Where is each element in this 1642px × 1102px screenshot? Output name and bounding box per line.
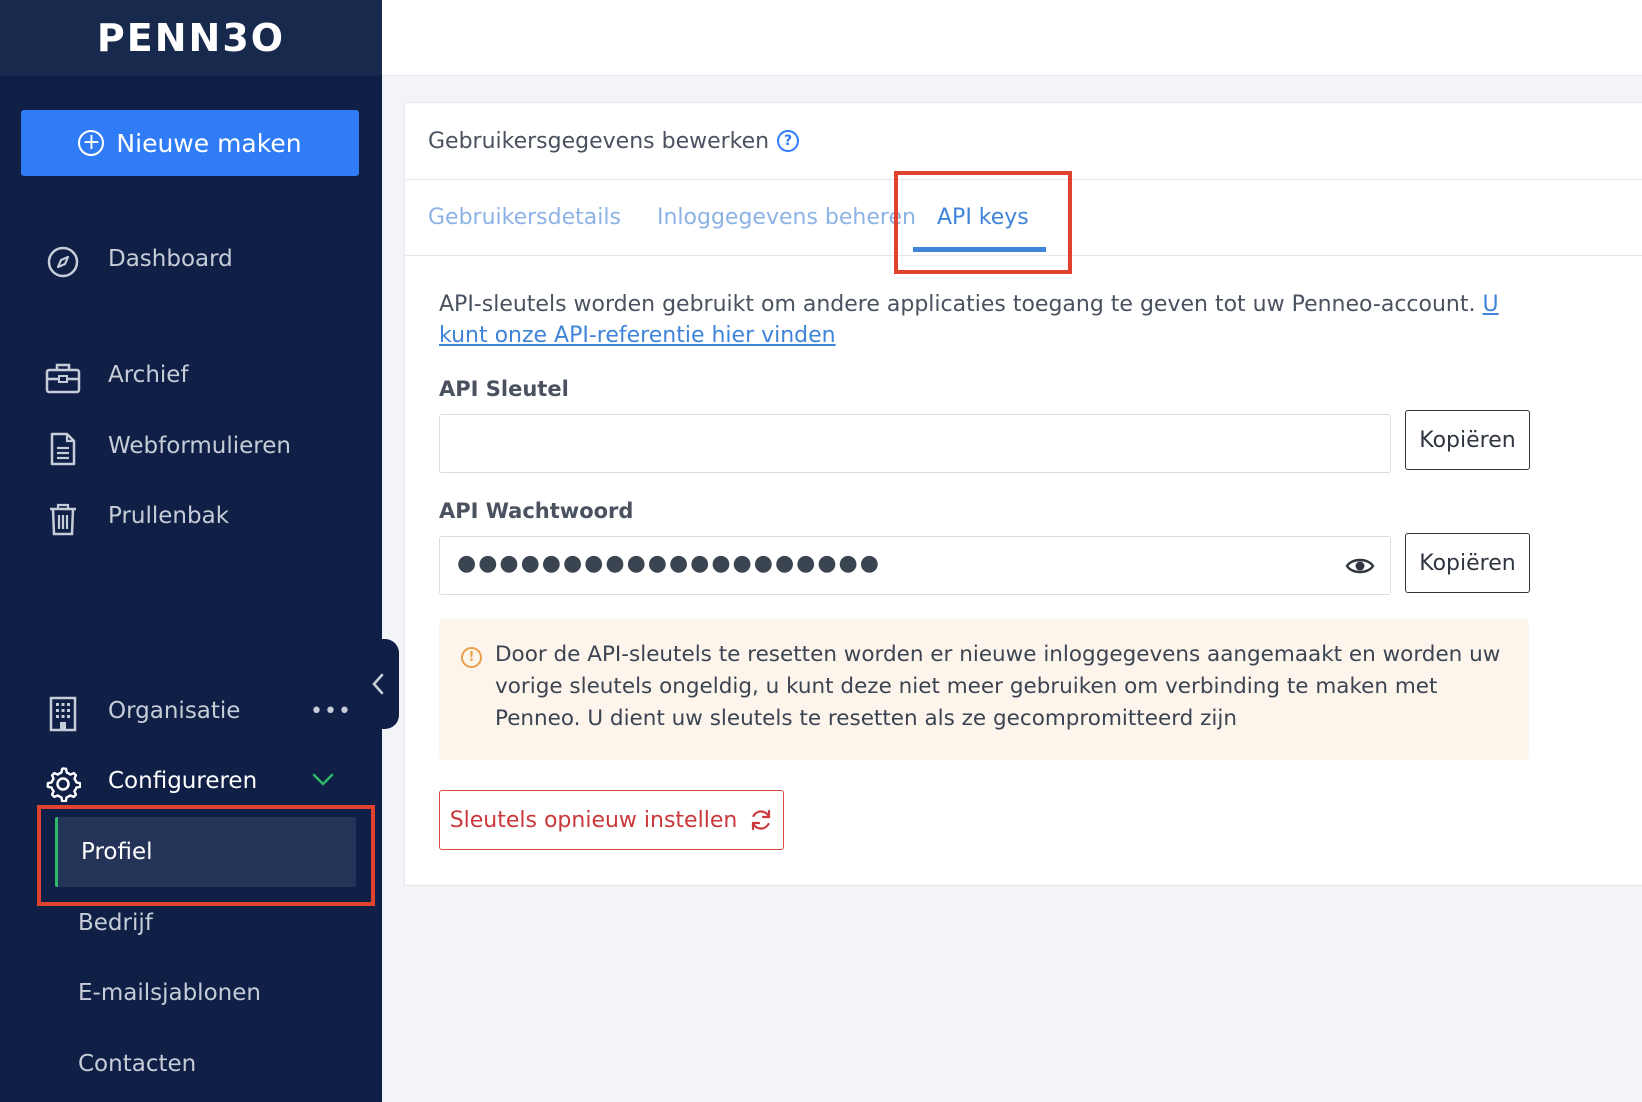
tab-label: Inloggegevens beheren: [657, 205, 916, 230]
sidebar-item-dashboard[interactable]: Dashboard: [0, 231, 382, 287]
sidebar-subitem-bedrijf[interactable]: Bedrijf: [55, 888, 356, 958]
active-tab-indicator: [913, 247, 1046, 252]
gear-icon: [44, 765, 82, 803]
tab-bar: Gebruikersdetails Inloggegevens beheren …: [405, 180, 1642, 256]
compass-icon: [44, 243, 82, 281]
tab-label: API keys: [937, 205, 1029, 230]
copy-api-password-button[interactable]: Kopiëren: [1405, 533, 1530, 593]
chevron-left-icon: [372, 673, 384, 695]
sidebar-subitem-profiel[interactable]: Profiel: [55, 817, 356, 887]
sidebar-item-webformulieren[interactable]: Webformulieren: [0, 418, 382, 474]
chevron-down-icon[interactable]: [312, 767, 334, 793]
sidebar-item-label: Archief: [108, 362, 189, 388]
new-document-label: Nieuwe maken: [116, 128, 302, 158]
page-title: Gebruikersgegevens bewerken: [428, 128, 770, 154]
top-bar: [382, 0, 1642, 76]
trash-icon: [44, 500, 82, 538]
copy-label: Kopiëren: [1419, 550, 1516, 576]
api-key-label: API Sleutel: [439, 377, 569, 401]
penneo-logo[interactable]: PENN3O: [97, 16, 285, 60]
sidebar-item-label: Organisatie: [108, 698, 241, 724]
building-icon: [44, 695, 82, 733]
tab-inloggegevens-beheren[interactable]: Inloggegevens beheren: [657, 180, 916, 255]
sidebar-item-label: Configureren: [108, 768, 258, 794]
sidebar-item-archief[interactable]: Archief: [0, 347, 382, 403]
warning-box: ! Door de API-sleutels te resetten worde…: [439, 619, 1529, 760]
reset-keys-button[interactable]: Sleutels opnieuw instellen: [439, 790, 784, 850]
copy-label: Kopiëren: [1419, 427, 1516, 453]
tab-api-keys[interactable]: API keys: [937, 180, 1029, 255]
more-options-icon[interactable]: •••: [310, 699, 352, 724]
sidebar-item-label: Prullenbak: [108, 503, 230, 529]
tab-label: Gebruikersdetails: [428, 205, 621, 230]
sidebar-subitem-label: Profiel: [81, 839, 153, 865]
logo-bar: PENN3O: [0, 0, 382, 76]
sidebar-subitem-e-mailsjablonen[interactable]: E-mailsjablonen: [55, 958, 356, 1028]
api-password-value: ●●●●●●●●●●●●●●●●●●●●: [457, 551, 881, 576]
briefcase-icon: [44, 359, 82, 397]
document-icon: [44, 430, 82, 468]
sidebar-subitem-label: Bedrijf: [78, 910, 153, 936]
help-icon[interactable]: ?: [777, 130, 800, 152]
new-document-button[interactable]: + Nieuwe maken: [21, 110, 359, 176]
warning-text: Door de API-sleutels te resetten worden …: [495, 642, 1501, 731]
reset-keys-label: Sleutels opnieuw instellen: [449, 807, 738, 833]
api-key-input[interactable]: [439, 414, 1391, 473]
sidebar-item-label: Dashboard: [108, 246, 233, 272]
sidebar-item-prullenbak[interactable]: Prullenbak: [0, 488, 382, 544]
sidebar-item-organisatie[interactable]: Organisatie •••: [0, 683, 382, 739]
warning-icon: !: [461, 647, 482, 668]
plus-circle-icon: +: [78, 130, 105, 156]
sidebar-collapse-button[interactable]: [357, 639, 399, 729]
sidebar-subitem-contacten[interactable]: Contacten: [55, 1029, 356, 1099]
sidebar: PENN3O + Nieuwe maken Dashboard Archief …: [0, 0, 382, 1102]
edit-user-card: Gebruikersgegevens bewerken ? Gebruikers…: [404, 102, 1642, 886]
sidebar-subitem-label: E-mailsjablonen: [78, 980, 261, 1006]
api-password-label: API Wachtwoord: [439, 499, 634, 523]
refresh-icon: [749, 808, 773, 832]
card-header: Gebruikersgegevens bewerken ?: [405, 103, 1642, 180]
sidebar-subitem-label: Contacten: [78, 1051, 197, 1077]
sidebar-item-label: Webformulieren: [108, 433, 291, 459]
description-text: API-sleutels worden gebruikt om andere a…: [439, 292, 1483, 317]
tab-gebruikersdetails[interactable]: Gebruikersdetails: [428, 180, 621, 255]
api-description: API-sleutels worden gebruikt om andere a…: [439, 289, 1509, 351]
eye-icon[interactable]: [1345, 555, 1375, 577]
sidebar-item-configureren[interactable]: Configureren: [0, 753, 382, 809]
copy-api-key-button[interactable]: Kopiëren: [1405, 410, 1530, 470]
